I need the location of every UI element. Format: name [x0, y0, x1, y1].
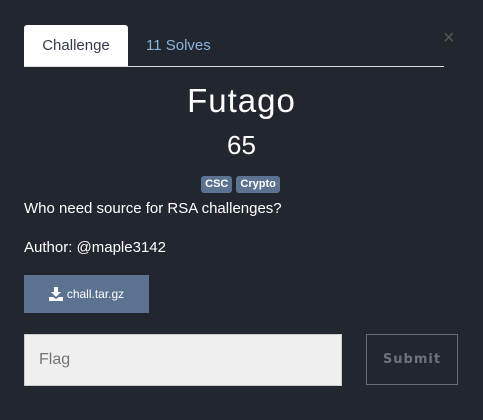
tab-challenge[interactable]: Challenge [24, 25, 128, 66]
download-icon [48, 287, 63, 301]
submit-button[interactable]: Submit [366, 334, 458, 385]
challenge-description: Who need source for RSA challenges? [24, 200, 282, 217]
tab-solves[interactable]: 11 Solves [146, 25, 211, 66]
challenge-title: Futago [187, 82, 296, 119]
download-file-button[interactable]: chall.tar.gz [24, 275, 149, 313]
file-name: chall.tar.gz [66, 287, 125, 301]
challenge-author: Author: @maple3142 [24, 239, 166, 256]
tag-badge: CSC [201, 176, 233, 193]
flag-input[interactable] [24, 334, 342, 386]
tag-badge: Crypto [236, 176, 280, 193]
close-icon[interactable]: × [443, 28, 455, 48]
challenge-points: 65 [227, 130, 256, 160]
tag-list: CSC Crypto [0, 176, 482, 193]
tab-divider [24, 66, 444, 67]
